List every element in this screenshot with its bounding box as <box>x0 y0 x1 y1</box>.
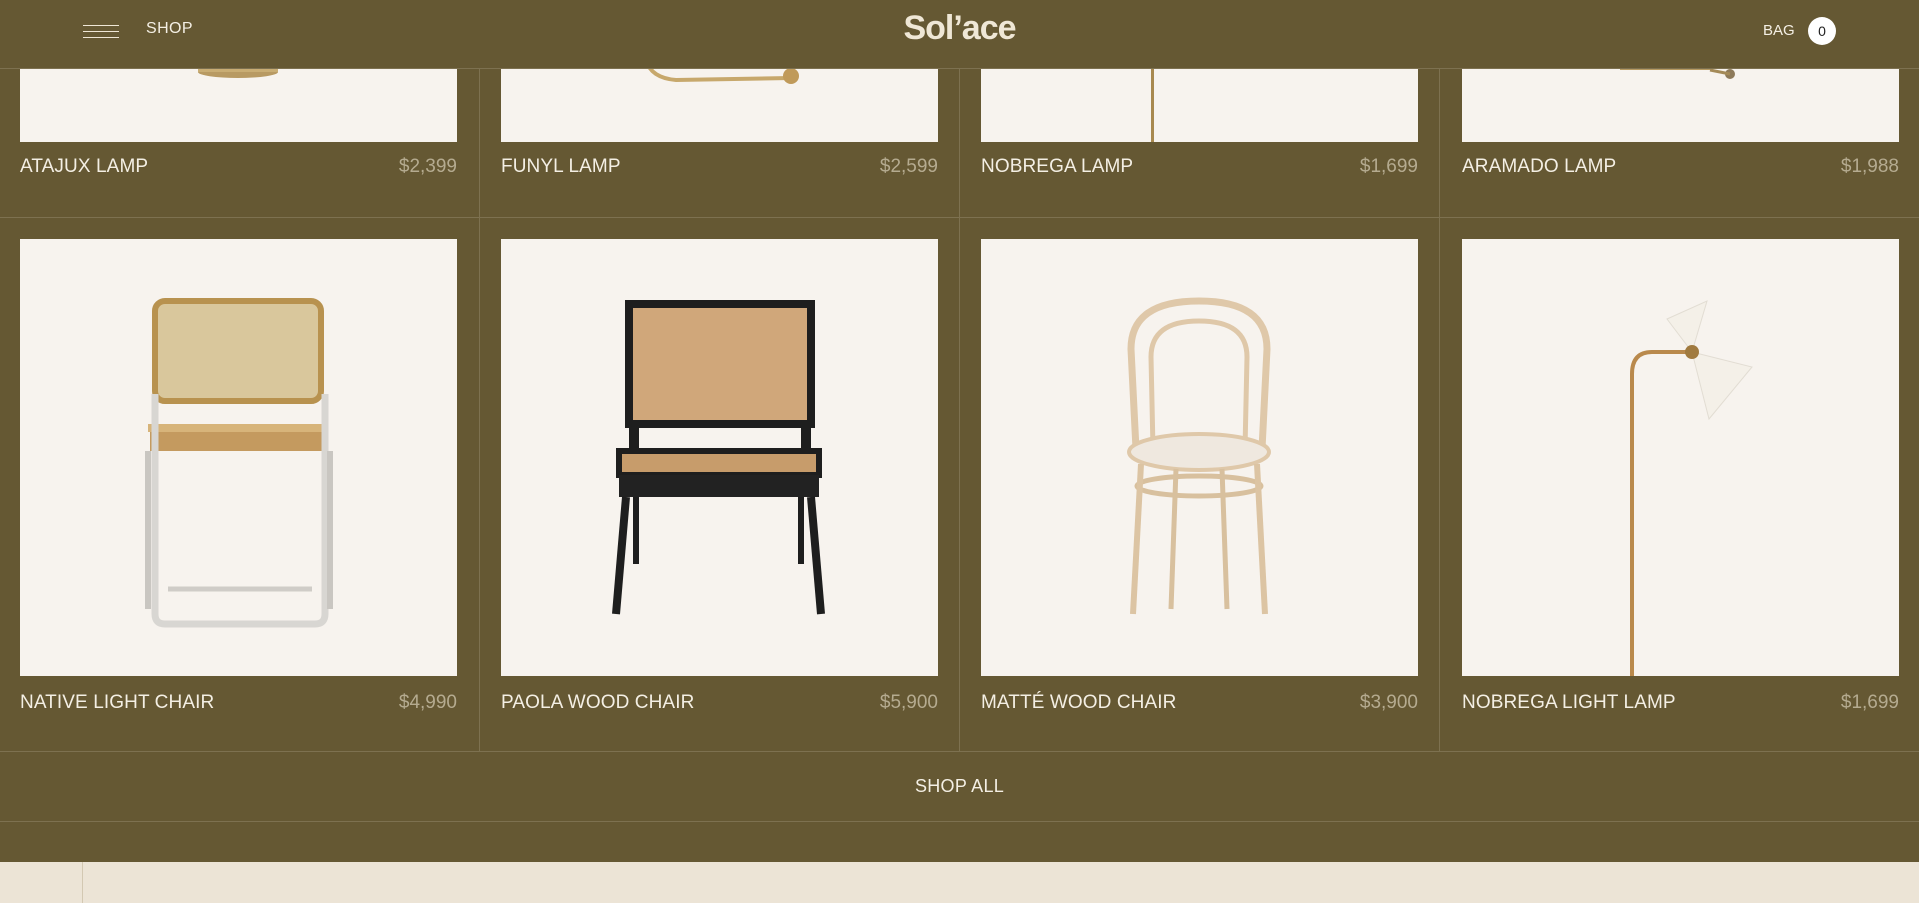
product-image-cream-floor-lamp[interactable] <box>1462 239 1899 676</box>
product-price: $1,699 <box>1359 156 1418 177</box>
product-name[interactable]: ATAJUX LAMP <box>20 156 148 178</box>
product-price: $2,599 <box>879 156 938 177</box>
site-logo[interactable]: Sol’ace <box>0 9 1919 48</box>
product-price: $4,990 <box>398 692 457 713</box>
product-price: $2,399 <box>398 156 457 177</box>
shop-all-bar: SHOP ALL <box>0 752 1919 822</box>
grid-divider <box>959 218 960 751</box>
product-name[interactable]: MATTÉ WOOD CHAIR <box>981 692 1176 714</box>
product-name[interactable]: FUNYL LAMP <box>501 156 621 178</box>
product-image-cane-cantilever-chair[interactable] <box>20 239 457 676</box>
product-name[interactable]: NATIVE LIGHT CHAIR <box>20 692 214 714</box>
bag-count-badge[interactable]: 0 <box>1808 17 1836 45</box>
product-row-2: NATIVE LIGHT CHAIR $4,990 PAOLA WOOD CHA… <box>0 218 1919 752</box>
product-name[interactable]: NOBREGA LIGHT LAMP <box>1462 692 1676 714</box>
bag-link[interactable]: BAG <box>1763 22 1795 39</box>
site-header: SHOP Sol’ace BAG 0 <box>0 0 1919 69</box>
shop-all-link[interactable]: SHOP ALL <box>0 776 1919 797</box>
grid-divider <box>1439 218 1440 751</box>
grid-divider <box>479 218 480 751</box>
product-price: $1,699 <box>1840 692 1899 713</box>
product-name[interactable]: ARAMADO LAMP <box>1462 156 1616 178</box>
product-name[interactable]: PAOLA WOOD CHAIR <box>501 692 694 714</box>
product-price: $3,900 <box>1359 692 1418 713</box>
product-image-bentwood-chair[interactable] <box>981 239 1418 676</box>
product-price: $1,988 <box>1840 156 1899 177</box>
footer-section <box>0 862 1919 903</box>
product-name[interactable]: NOBREGA LAMP <box>981 156 1133 178</box>
product-price: $5,900 <box>879 692 938 713</box>
footer-divider <box>82 862 83 903</box>
product-image-black-cane-lounge-chair[interactable] <box>501 239 938 676</box>
